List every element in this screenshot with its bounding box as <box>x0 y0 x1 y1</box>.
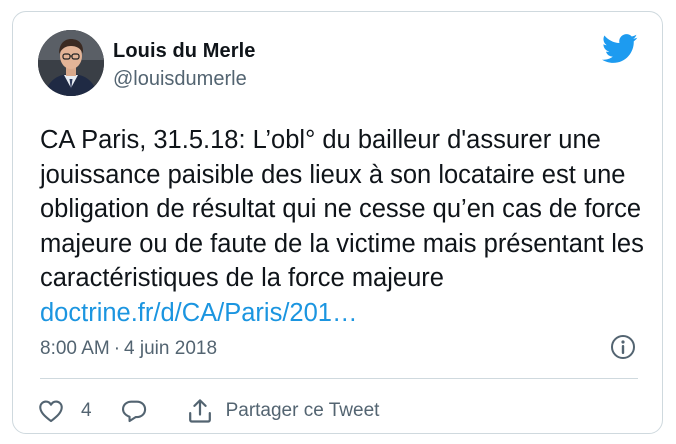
tweet-actions: 4 Partager ce Tweet <box>37 394 379 428</box>
tweet-card: Louis du Merle @louisdumerle CA Paris, 3… <box>12 11 663 434</box>
tweet-link[interactable]: doctrine.fr/d/CA/Paris/201… <box>40 299 357 327</box>
twitter-bird-icon-svg <box>602 34 638 63</box>
actions-divider <box>40 378 638 379</box>
author-handle[interactable]: @louisdumerle <box>113 68 247 91</box>
info-icon-svg <box>611 335 635 359</box>
share-button[interactable]: Partager ce Tweet <box>186 397 380 425</box>
like-button[interactable]: 4 <box>37 397 92 425</box>
author-avatar[interactable] <box>38 30 104 96</box>
tweet-time: 8:00 AM <box>40 338 110 359</box>
share-label: Partager ce Tweet <box>225 400 380 421</box>
timestamp-separator: · <box>113 338 121 359</box>
reply-bubble-icon <box>121 400 146 423</box>
heart-icon <box>39 400 63 423</box>
share-icon <box>188 399 211 423</box>
reply-button[interactable] <box>120 397 148 425</box>
avatar-image <box>38 30 104 96</box>
tweet-date: 4 juin 2018 <box>124 338 218 359</box>
tweet-timestamp[interactable]: 8:00 AM · 4 juin 2018 <box>40 338 217 360</box>
tweet-body: CA Paris, 31.5.18: L’obl° du bailleur d'… <box>40 123 650 330</box>
author-display-name[interactable]: Louis du Merle <box>113 40 256 63</box>
like-count: 4 <box>81 400 92 421</box>
info-icon[interactable] <box>610 334 636 360</box>
twitter-bird-icon[interactable] <box>602 34 638 64</box>
tweet-text: CA Paris, 31.5.18: L’obl° du bailleur d'… <box>40 126 644 292</box>
